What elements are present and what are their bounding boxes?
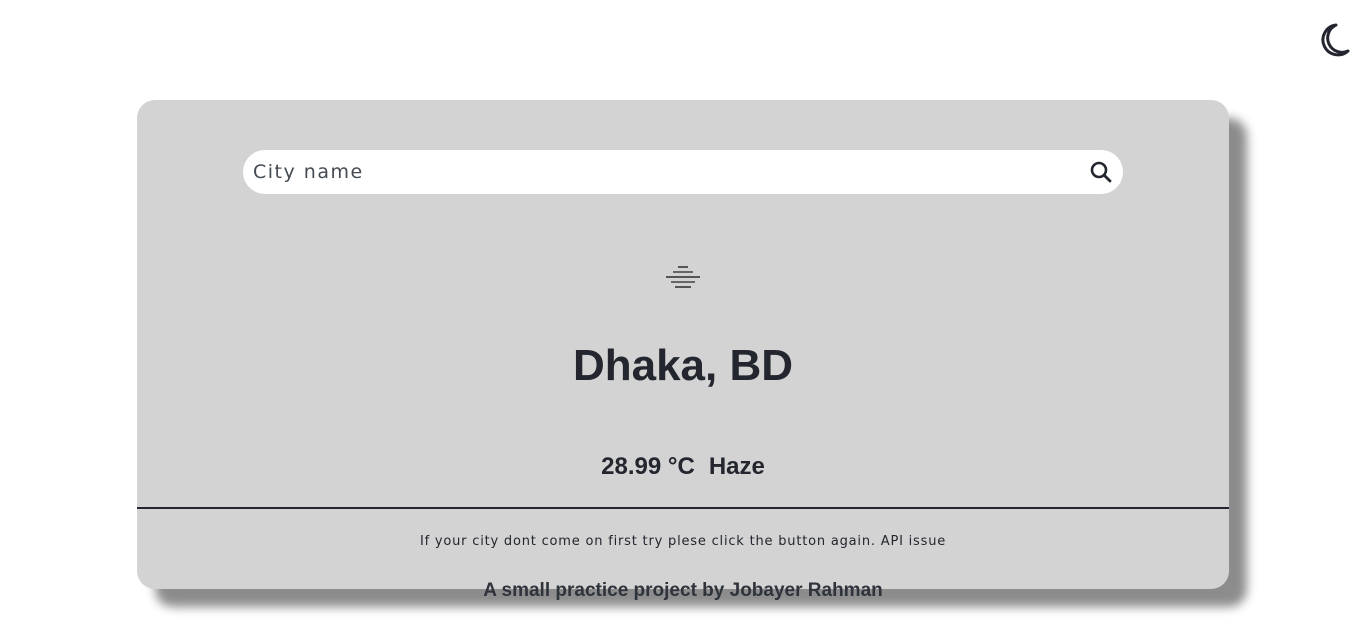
search-bar xyxy=(243,150,1123,194)
credit-text: A small practice project by Jobayer Rahm… xyxy=(483,580,883,601)
page: Dhaka, BD 28.99 °C Haze If your city dont… xyxy=(0,0,1366,617)
haze-icon xyxy=(663,263,703,293)
search-button[interactable] xyxy=(1089,160,1113,184)
search-icon xyxy=(1090,161,1112,183)
weather-summary: 28.99 °C Haze xyxy=(137,452,1229,482)
weather-condition: Haze xyxy=(708,453,765,480)
city-search-input[interactable] xyxy=(253,150,1073,194)
weather-card: Dhaka, BD 28.99 °C Haze If your city dont… xyxy=(137,100,1229,589)
moon-icon xyxy=(1321,23,1350,57)
temperature-value: 28.99 °C xyxy=(601,453,695,480)
theme-toggle-button[interactable] xyxy=(1312,20,1352,60)
divider xyxy=(137,507,1229,509)
city-title: Dhaka, BD xyxy=(572,341,794,390)
api-notice: If your city dont come on first try ples… xyxy=(419,534,947,549)
